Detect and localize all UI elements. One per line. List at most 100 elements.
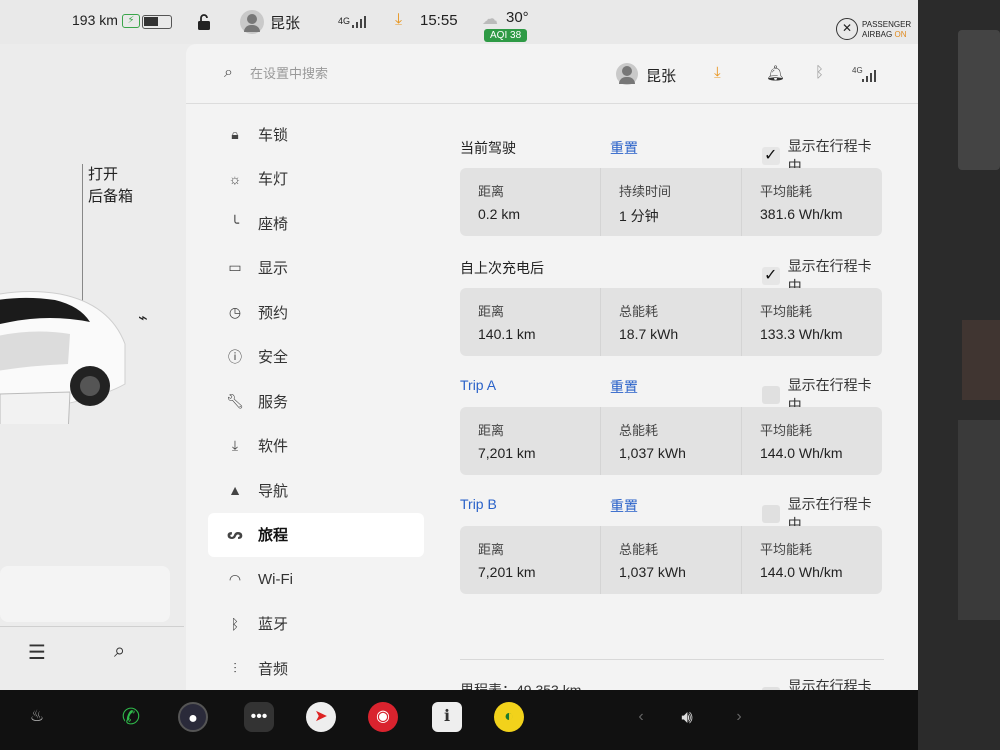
section-title: 自上次充电后 [460, 260, 544, 276]
sidebar-item-bluetooth[interactable]: ᛒ 蓝牙 [208, 602, 424, 647]
sidebar-item-locks[interactable]: 🔒︎ 车锁 [208, 112, 424, 157]
sidebar-item-label: 显示 [258, 260, 289, 278]
more-apps-icon[interactable]: ••• [244, 702, 274, 732]
unlock-icon[interactable] [197, 14, 211, 30]
chevron-left-icon[interactable]: ‹ [626, 702, 656, 732]
sidebar-item-label: Wi-Fi [258, 570, 293, 588]
profile-icon[interactable] [616, 63, 638, 85]
signal-icon [862, 70, 876, 82]
checkbox[interactable] [762, 505, 780, 523]
phone-icon[interactable]: ✆ [116, 702, 146, 732]
sidebar-item-software[interactable]: ⤓ 软件 [208, 424, 424, 469]
seat-heater-icon[interactable]: ♨ [22, 702, 52, 732]
stat-energy: 总能耗 18.7 kWh [601, 288, 742, 356]
stat-distance: 距离 0.2 km [460, 168, 601, 236]
open-trunk-button[interactable]: 打开 后备箱 [88, 164, 133, 208]
checkbox[interactable] [762, 265, 780, 285]
stat-avg-energy: 平均能耗 381.6 Wh/km [760, 184, 843, 222]
driver-profile-name[interactable]: 昆张 [270, 12, 300, 33]
divider [0, 626, 184, 627]
controls-icon[interactable]: ☰ [28, 640, 46, 665]
stat-avg-energy: 平均能耗 133.3 Wh/km [760, 304, 843, 342]
sidebar-item-navigation[interactable]: ▲ 导航 [208, 468, 424, 513]
section-title: Trip B [460, 496, 497, 512]
car-quick-panel [0, 566, 170, 622]
sidebar-item-safety[interactable]: ⓘ 安全 [208, 335, 424, 380]
trip-stats: 距离 7,201 km 总能耗 1,037 kWh 平均能耗 144.0 Wh/km [460, 526, 882, 594]
airbag-icon: ✕ [836, 18, 858, 40]
stat-duration: 持续时间 1 分钟 [601, 168, 742, 236]
divider [460, 659, 884, 660]
sidebar-item-trips[interactable]: ᔕ 旅程 [208, 512, 424, 557]
display-icon: ▭ [228, 259, 242, 276]
settings-search-input[interactable] [250, 62, 450, 84]
driver-profile-icon[interactable] [240, 10, 264, 34]
charging-icon: ⚡ [122, 14, 140, 28]
reset-button[interactable]: 重置 [610, 138, 638, 158]
trips-icon: ᔕ [227, 526, 243, 543]
sidebar-item-label: 安全 [258, 349, 289, 367]
settings-panel: ⌕ 昆张 ⤓ 🔔︎ ᛒ 4G 🔒︎ 车锁 ☼ 车灯 ╰ 座椅 ▭ 显示 ◷ 预约 ⓘ 安全 … [186, 44, 918, 690]
trip-stats: 距离 0.2 km 持续时间 1 分钟 平均能耗 381.6 Wh/km [460, 168, 882, 236]
car-panel: 打开 后备箱 ⌁ ☰ ⌕ [0, 44, 184, 690]
camera-icon[interactable]: ● [178, 702, 208, 732]
clock: 15:55 [420, 12, 458, 29]
sidebar-item-label: 旅程 [258, 527, 289, 545]
volume-icon[interactable]: 🔊︎ [672, 702, 702, 732]
sidebar-item-label: 软件 [258, 438, 289, 456]
wrench-icon: 🔧︎ [226, 392, 244, 409]
reset-button[interactable]: 重置 [610, 377, 638, 397]
manual-app-icon[interactable]: ℹ [432, 702, 462, 732]
sidebar-item-display[interactable]: ▭ 显示 [208, 246, 424, 291]
screen-bezel [918, 0, 1000, 750]
reset-button[interactable]: 重置 [610, 496, 638, 516]
checkbox[interactable] [762, 386, 780, 404]
section-title: Trip A [460, 377, 497, 393]
search-icon: ⌕ [224, 64, 233, 81]
sidebar-item-wifi[interactable]: ◠ Wi-Fi [208, 557, 424, 602]
media-app-icon[interactable]: ◐ [494, 702, 524, 732]
audio-icon: ⫶ [233, 659, 237, 676]
stat-energy: 总能耗 1,037 kWh [601, 526, 742, 594]
stat-distance: 距离 140.1 km [460, 288, 601, 356]
lock-icon: 🔒︎ [231, 125, 239, 142]
odometer-readout: 里程表：49,353 km [460, 682, 582, 690]
download-icon: ⤓ [231, 437, 239, 454]
bell-icon[interactable]: 🔔︎ [766, 64, 785, 82]
sidebar-item-audio[interactable]: ⫶ 音频 [208, 646, 424, 690]
stat-avg-energy: 平均能耗 144.0 Wh/km [760, 423, 843, 461]
range-readout: 193 km [72, 12, 118, 28]
settings-topbar: ⌕ 昆张 ⤓ 🔔︎ ᛒ 4G [186, 44, 918, 104]
sidebar-item-schedule[interactable]: ◷ 预约 [208, 290, 424, 335]
checkbox[interactable] [762, 145, 780, 165]
profile-name[interactable]: 昆张 [646, 65, 676, 86]
sidebar-item-label: 座椅 [258, 215, 289, 233]
stat-energy: 总能耗 1,037 kWh [601, 407, 742, 475]
tesla-screen: 193 km ⚡ 昆张 4G ⤓ 15:55 ☁ 30° AQI 38 ✕ PA… [0, 0, 918, 690]
safety-icon: ⓘ [228, 348, 242, 365]
battery-icon [142, 15, 172, 29]
network-label: 4G [338, 16, 351, 26]
sidebar-item-seats[interactable]: ╰ 座椅 [208, 201, 424, 246]
music-app-icon[interactable]: ◉ [368, 702, 398, 732]
stat-distance: 距离 7,201 km [460, 407, 601, 475]
bluetooth-icon: ᛒ [230, 615, 240, 632]
temperature: 30° [506, 9, 529, 26]
search-icon[interactable]: ⌕ [114, 640, 125, 663]
download-icon[interactable]: ⤓ [714, 64, 721, 81]
trip-stats: 距离 7,201 km 总能耗 1,037 kWh 平均能耗 144.0 Wh/km [460, 407, 882, 475]
status-bar: 193 km ⚡ 昆张 4G ⤓ 15:55 ☁ 30° AQI 38 ✕ PA… [0, 0, 918, 44]
sidebar-item-lights[interactable]: ☼ 车灯 [208, 157, 424, 202]
sidebar-item-service[interactable]: 🔧︎ 服务 [208, 379, 424, 424]
show-in-trip-card-checkbox[interactable]: 显示在行程卡中 [762, 676, 884, 690]
sidebar-item-label: 车灯 [258, 171, 289, 189]
sidebar-item-label: 导航 [258, 482, 289, 500]
section-title: 当前驾驶 [460, 140, 516, 156]
charge-port-icon[interactable]: ⌁ [138, 308, 148, 328]
stat-avg-energy: 平均能耗 144.0 Wh/km [760, 542, 843, 580]
navigation-app-icon[interactable]: ➤ [306, 702, 336, 732]
download-icon[interactable]: ⤓ [395, 11, 402, 29]
bluetooth-icon[interactable]: ᛒ [815, 64, 824, 81]
app-dock: ♨ ✆ ● ••• ➤ ◉ ℹ ◐ ‹ 🔊︎ › [0, 690, 918, 750]
chevron-right-icon[interactable]: › [724, 702, 754, 732]
